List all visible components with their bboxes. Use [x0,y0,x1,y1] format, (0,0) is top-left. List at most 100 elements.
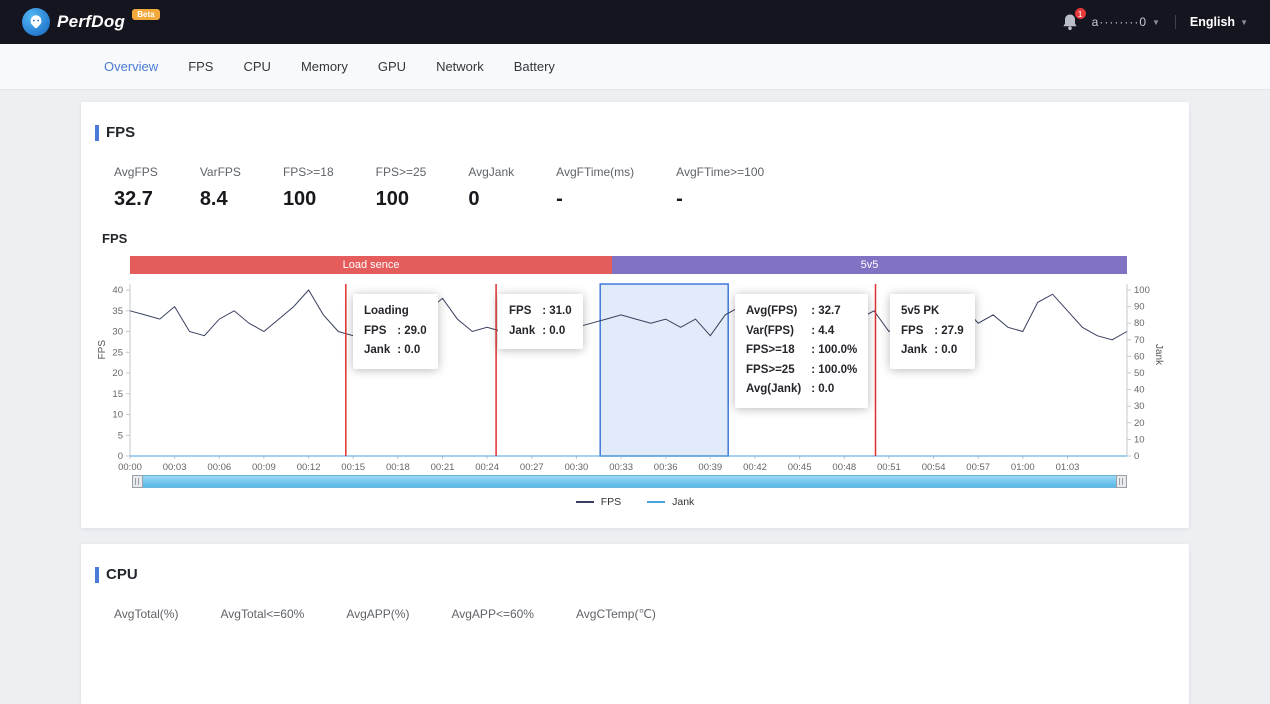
tooltip-row: Avg(FPS) : 32.7 [746,302,857,322]
fps-stats-row: AvgFPS32.7VarFPS8.4FPS>=18100FPS>=25100A… [114,165,1189,211]
stat-fps-18: FPS>=18100 [283,165,334,211]
svg-text:00:15: 00:15 [341,462,365,473]
svg-text:01:03: 01:03 [1056,462,1080,473]
scene-marker-2: 5v5 [612,256,1127,274]
svg-text:00:27: 00:27 [520,462,544,473]
tab-gpu[interactable]: GPU [378,59,406,74]
svg-text:80: 80 [1134,318,1145,329]
tooltip-row-label: FPS>=18 [746,341,808,361]
tooltip-row-value: 32.7 [818,305,840,317]
chart-legend: FPS Jank [81,496,1189,508]
svg-text:00:48: 00:48 [832,462,856,473]
svg-text:00:36: 00:36 [654,462,678,473]
stat-value: 100 [376,188,427,211]
svg-text:10: 10 [112,410,123,421]
svg-text:00:39: 00:39 [698,462,722,473]
left-axis-title: FPS [97,340,108,359]
beta-badge: Beta [132,9,159,20]
chart-scrollbar[interactable] [132,475,1127,488]
tooltip-row-label: Jank [364,341,394,361]
stat-avgctemp-: AvgCTemp(℃) [576,607,656,621]
tooltip-row-value: 100.0% [818,344,857,356]
legend-item-jank[interactable]: Jank [647,496,694,508]
notifications-button[interactable]: 1 [1062,13,1078,31]
tooltip-row-separator: : [539,325,549,337]
svg-text:00:30: 00:30 [565,462,589,473]
tooltip-row-separator: : [539,305,549,317]
svg-text:60: 60 [1134,351,1145,362]
chevron-down-icon: ▼ [1240,18,1248,27]
stat-label: AvgFTime>=100 [676,165,764,179]
tab-fps[interactable]: FPS [188,59,213,74]
stat-avgfps: AvgFPS32.7 [114,165,158,211]
svg-text:90: 90 [1134,302,1145,313]
tooltip-row-label: Avg(Jank) [746,380,808,400]
stat-label: AvgAPP(%) [346,607,409,621]
account-menu[interactable]: a········0 ▼ [1092,15,1161,29]
stat-value: 8.4 [200,188,241,211]
legend-line-swatch [647,501,665,503]
scrollbar-handle-left[interactable] [132,475,143,488]
svg-text:01:00: 01:00 [1011,462,1035,473]
stat-label: FPS>=18 [283,165,334,179]
svg-text:50: 50 [1134,368,1145,379]
tooltip-row-value: 100.0% [818,364,857,376]
svg-text:00:54: 00:54 [922,462,946,473]
stat-value: 0 [468,188,514,211]
tooltip-row: Avg(Jank) : 0.0 [746,380,857,400]
svg-text:00:33: 00:33 [609,462,633,473]
tab-memory[interactable]: Memory [301,59,348,74]
svg-text:5: 5 [118,430,123,441]
legend-label: Jank [672,496,694,508]
svg-text:00:57: 00:57 [966,462,990,473]
svg-text:30: 30 [112,327,123,338]
scrollbar-handle-right[interactable] [1116,475,1127,488]
tooltip-row-separator: : [808,383,818,395]
stat-avgftime-100: AvgFTime>=100 - [676,165,764,211]
cpu-card: CPU AvgTotal(%)AvgTotal<=60%AvgAPP(%)Avg… [81,544,1189,704]
brand-name: PerfDog [57,12,125,32]
tooltip-row-label: Var(FPS) [746,322,808,342]
stat-avgjank: AvgJank0 [468,165,514,211]
tooltip-row-label: Jank [509,322,539,342]
tooltip-row: FPS>=18 : 100.0% [746,341,857,361]
fps-chart-title: FPS [102,231,1189,246]
stat-avgftime-ms-: AvgFTime(ms)- [556,165,634,211]
tab-overview[interactable]: Overview [104,59,158,74]
topbar-right: 1 a········0 ▼ English ▼ [1062,13,1248,31]
tooltip-row-value: 4.4 [818,325,834,337]
svg-text:00:12: 00:12 [297,462,321,473]
tooltip-row-label: Avg(FPS) [746,302,808,322]
tab-battery[interactable]: Battery [514,59,555,74]
svg-text:00:21: 00:21 [431,462,455,473]
svg-text:25: 25 [112,347,123,358]
stat-label: AvgTotal(%) [114,607,178,621]
language-menu[interactable]: English ▼ [1190,15,1248,29]
tooltip-row-label: FPS [364,322,394,342]
tab-network[interactable]: Network [436,59,484,74]
tooltip-row: Jank : 0.0 [901,341,964,361]
tooltip-row-label: FPS [509,302,539,322]
topbar: PerfDog Beta 1 a········0 ▼ English ▼ [0,0,1270,44]
tooltip-row: FPS : 29.0 [364,322,427,342]
tooltip-row-value: 0.0 [549,325,565,337]
tooltip-row-separator: : [394,344,404,356]
tooltip-row-separator: : [808,364,818,376]
svg-text:00:42: 00:42 [743,462,767,473]
svg-text:0: 0 [118,451,123,462]
svg-text:00:00: 00:00 [118,462,142,473]
chevron-down-icon: ▼ [1152,18,1161,27]
svg-text:00:51: 00:51 [877,462,901,473]
stat-label: FPS>=25 [376,165,427,179]
tab-cpu[interactable]: CPU [243,59,270,74]
fps-chart-plot[interactable]: 0510152025303540010203040506070809010000… [81,278,1189,478]
legend-item-fps[interactable]: FPS [576,496,621,508]
cpu-section-header: CPU [81,544,1189,583]
tooltip-4: 5v5 PKFPS : 27.9Jank : 0.0 [890,294,975,369]
svg-text:15: 15 [112,389,123,400]
svg-text:00:03: 00:03 [163,462,187,473]
tooltip-row-value: 0.0 [941,344,957,356]
stat-value: - [676,188,764,211]
svg-text:40: 40 [112,285,123,296]
fps-card: FPS AvgFPS32.7VarFPS8.4FPS>=18100FPS>=25… [81,102,1189,528]
